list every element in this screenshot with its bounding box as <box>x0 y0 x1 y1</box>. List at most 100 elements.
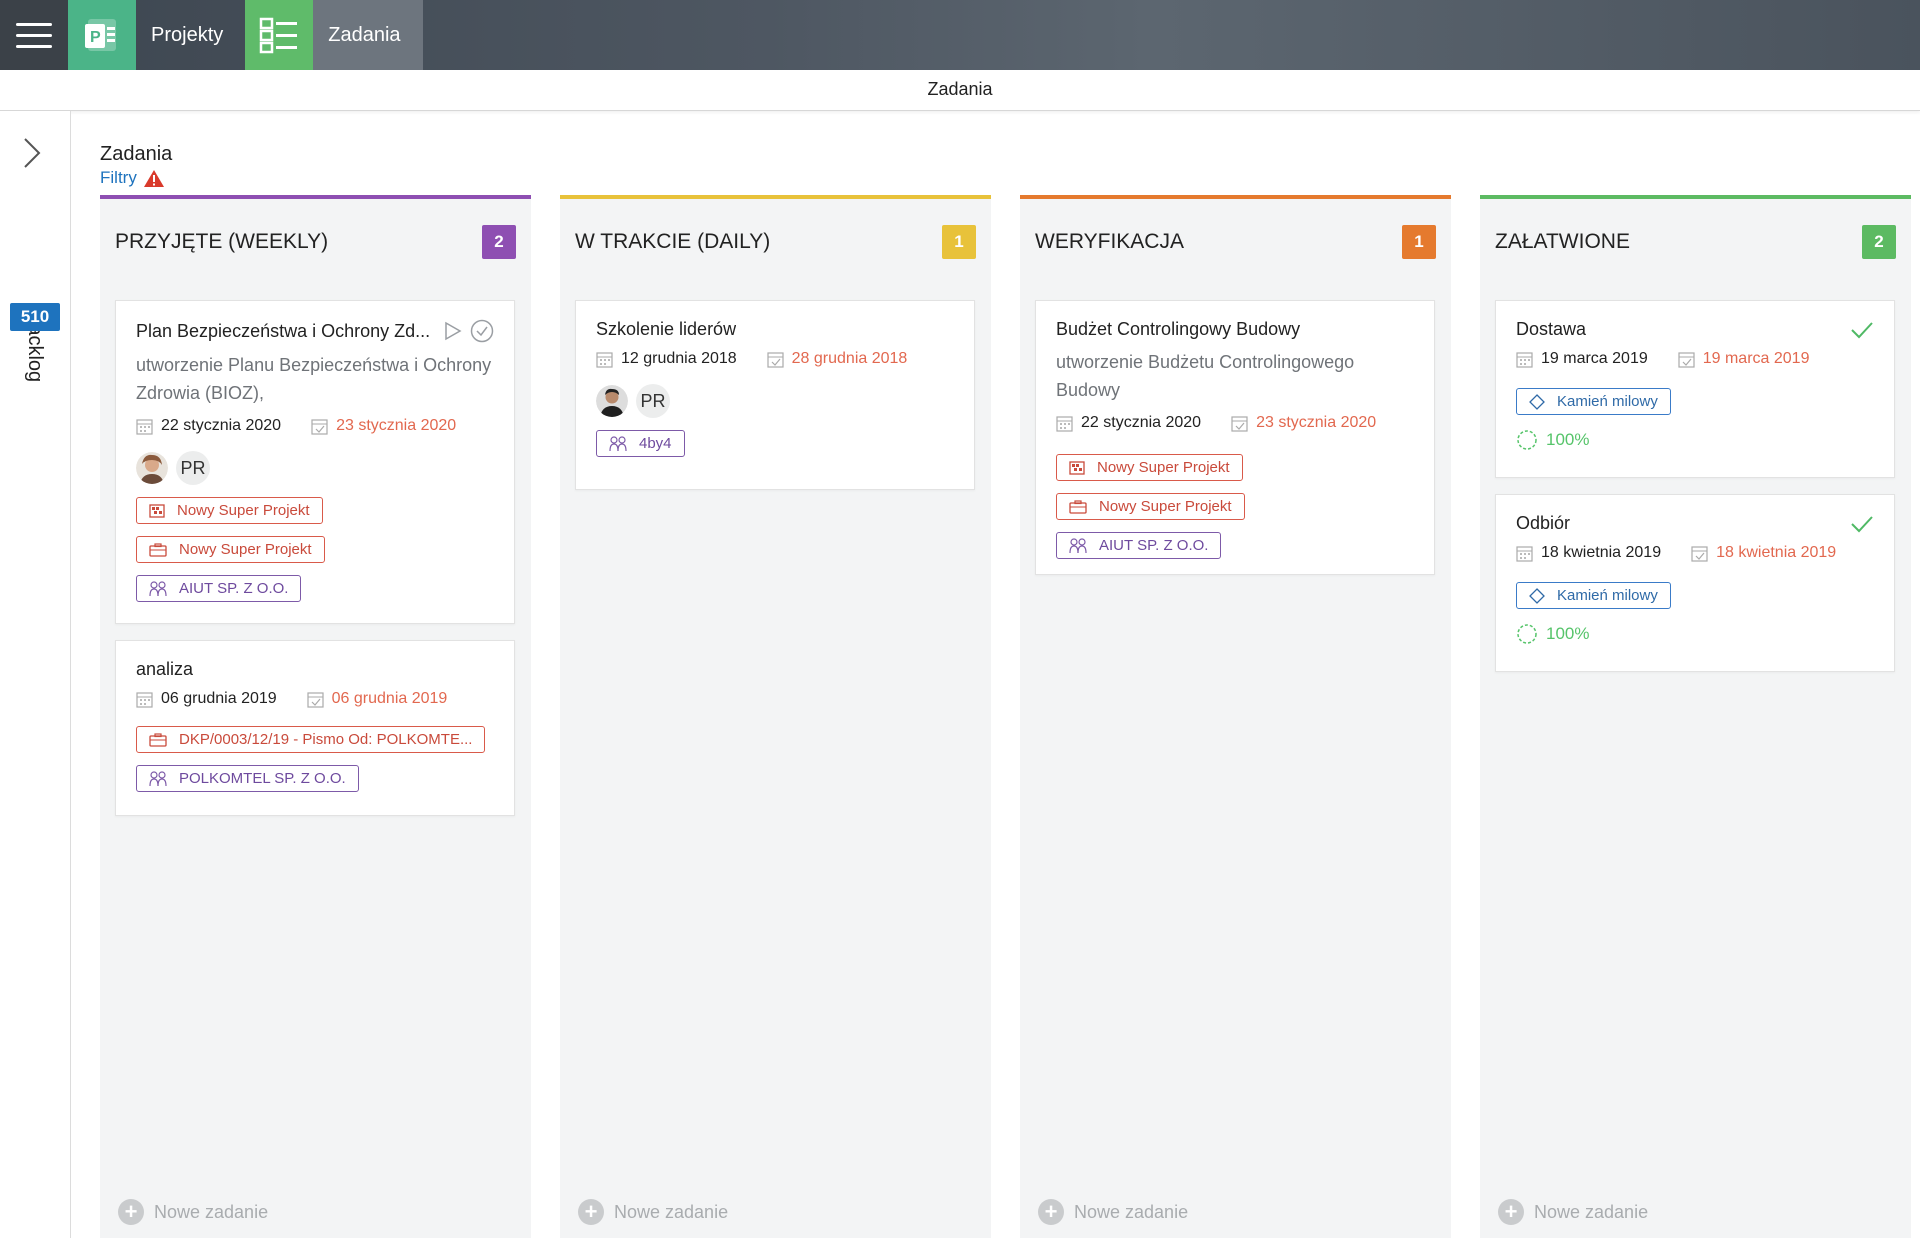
filters-link[interactable]: Filtry <box>100 168 165 188</box>
app-tab-projekty[interactable]: P Projekty <box>68 0 245 70</box>
assignee-initials[interactable]: PR <box>636 384 670 418</box>
client-icon <box>149 770 167 786</box>
task-title: analiza <box>136 659 194 679</box>
calendar-check-icon <box>1691 545 1708 562</box>
project-tag[interactable]: Nowy Super Projekt <box>136 497 323 524</box>
task-card[interactable]: Szkolenie liderów 12 grudnia 2018 28 gru… <box>575 300 975 490</box>
tag-label: Nowy Super Projekt <box>1097 459 1230 476</box>
tag-label: 4by4 <box>639 435 672 452</box>
project-icon <box>1069 460 1085 475</box>
checkmark-icon <box>1851 515 1873 532</box>
tag-label: DKP/0003/12/19 - Pismo Od: POLKOMTE... <box>179 731 473 748</box>
column-zalatwione: ZAŁATWIONE 2 Dostawa 19 marca 2019 19 ma… <box>1480 195 1911 1238</box>
tag-label: Nowy Super Projekt <box>179 541 312 558</box>
task-title: Budżet Controlingowy Budowy <box>1056 319 1301 339</box>
due-date: 18 kwietnia 2019 <box>1716 544 1837 561</box>
task-card[interactable]: analiza 06 grudnia 2019 06 grudnia 2019 … <box>115 640 515 816</box>
menu-icon[interactable] <box>0 0 68 70</box>
tasks-app-icon <box>245 0 314 70</box>
calendar-check-icon <box>311 418 328 435</box>
progress-indicator: 100% <box>1516 623 1874 645</box>
task-title: Dostawa <box>1516 319 1587 339</box>
calendar-check-icon <box>1678 351 1695 368</box>
page-title: Zadania <box>100 143 173 165</box>
column-count-badge: 2 <box>1862 225 1896 259</box>
calendar-check-icon <box>1231 415 1248 432</box>
column-count-badge: 1 <box>942 225 976 259</box>
tag-label: AIUT SP. Z O.O. <box>1099 537 1209 554</box>
app-tab-label: Zadania <box>328 23 401 46</box>
new-task-button[interactable]: + Nowe zadanie <box>118 1199 268 1225</box>
new-task-button[interactable]: + Nowe zadanie <box>1038 1199 1188 1225</box>
play-icon[interactable] <box>444 321 462 341</box>
avatar[interactable] <box>596 385 628 417</box>
column-title: ZAŁATWIONE <box>1495 230 1630 253</box>
project-tag[interactable]: Nowy Super Projekt <box>136 536 325 563</box>
column-header: W TRAKCIE (DAILY) 1 <box>560 199 991 285</box>
chevron-right-icon[interactable] <box>22 136 42 175</box>
subheader-title: Zadania <box>0 70 1920 111</box>
client-tag[interactable]: AIUT SP. Z O.O. <box>136 575 302 602</box>
top-bar: P Projekty Zadania <box>0 0 1920 70</box>
backlog-sidebar: Backlog 510 <box>0 111 71 1238</box>
task-card[interactable]: Plan Bezpieczeństwa i Ochrony Zd... utwo… <box>115 300 515 624</box>
projects-app-icon: P <box>68 0 136 70</box>
milestone-tag[interactable]: Kamień milowy <box>1516 388 1671 415</box>
tag-label: Kamień milowy <box>1557 393 1658 410</box>
due-date: 06 grudnia 2019 <box>331 690 448 707</box>
task-card[interactable]: Dostawa 19 marca 2019 19 marca 2019 Kami… <box>1495 300 1895 478</box>
calendar-icon <box>136 691 153 708</box>
client-icon <box>1069 537 1087 553</box>
column-header: PRZYJĘTE (WEEKLY) 2 <box>100 199 531 285</box>
plus-circle-icon: + <box>118 1199 144 1225</box>
calendar-icon <box>1516 351 1533 368</box>
calendar-icon <box>136 418 153 435</box>
column-weryfikacja: WERYFIKACJA 1 Budżet Controlingowy Budow… <box>1020 195 1451 1238</box>
calendar-check-icon <box>307 691 324 708</box>
task-card[interactable]: Budżet Controlingowy Budowy utworzenie B… <box>1035 300 1435 575</box>
tag-label: Nowy Super Projekt <box>177 502 310 519</box>
filters-label: Filtry <box>100 168 137 187</box>
new-task-button[interactable]: + Nowe zadanie <box>1498 1199 1648 1225</box>
task-card[interactable]: Odbiór 18 kwietnia 2019 18 kwietnia 2019… <box>1495 494 1895 672</box>
due-date: 23 stycznia 2020 <box>336 417 457 434</box>
client-tag[interactable]: POLKOMTEL SP. Z O.O. <box>136 765 359 792</box>
briefcase-icon <box>1069 499 1087 514</box>
start-date: 19 marca 2019 <box>1541 350 1648 367</box>
progress-circle-icon <box>1517 624 1537 644</box>
due-date: 23 stycznia 2020 <box>1256 414 1377 431</box>
new-task-label: Nowe zadanie <box>614 1201 729 1222</box>
new-task-label: Nowe zadanie <box>154 1201 269 1222</box>
new-task-button[interactable]: + Nowe zadanie <box>578 1199 728 1225</box>
new-task-label: Nowe zadanie <box>1534 1201 1649 1222</box>
progress-indicator: 100% <box>1516 429 1874 451</box>
document-tag[interactable]: DKP/0003/12/19 - Pismo Od: POLKOMTE... <box>136 726 486 753</box>
column-przyjete: PRZYJĘTE (WEEKLY) 2 Plan Bezpieczeństwa … <box>100 195 531 1238</box>
column-w-trakcie: W TRAKCIE (DAILY) 1 Szkolenie liderów 12… <box>560 195 991 1238</box>
avatar[interactable] <box>136 452 168 484</box>
progress-value: 100% <box>1546 624 1590 643</box>
assignee-initials[interactable]: PR <box>176 451 210 485</box>
project-tag[interactable]: Nowy Super Projekt <box>1056 493 1245 520</box>
due-date: 19 marca 2019 <box>1702 350 1810 367</box>
start-date: 06 grudnia 2019 <box>161 690 277 707</box>
progress-value: 100% <box>1546 430 1590 449</box>
start-date: 22 stycznia 2020 <box>161 417 282 434</box>
plus-circle-icon: + <box>578 1199 604 1225</box>
task-title: Szkolenie liderów <box>596 319 737 339</box>
start-date: 12 grudnia 2018 <box>621 350 737 367</box>
column-count-badge: 2 <box>482 225 516 259</box>
column-title: WERYFIKACJA <box>1035 230 1184 253</box>
start-date: 18 kwietnia 2019 <box>1541 544 1662 561</box>
milestone-tag[interactable]: Kamień milowy <box>1516 582 1671 609</box>
client-icon <box>609 435 627 451</box>
due-date: 28 grudnia 2018 <box>791 350 908 367</box>
app-tab-label: Projekty <box>151 23 224 46</box>
app-tab-zadania[interactable]: Zadania <box>245 0 423 70</box>
client-tag[interactable]: 4by4 <box>596 430 685 457</box>
check-circle-icon[interactable] <box>470 319 494 343</box>
backlog-count-badge: 510 <box>10 303 60 331</box>
tag-label: AIUT SP. Z O.O. <box>179 580 289 597</box>
client-tag[interactable]: AIUT SP. Z O.O. <box>1056 532 1222 559</box>
project-tag[interactable]: Nowy Super Projekt <box>1056 454 1243 481</box>
